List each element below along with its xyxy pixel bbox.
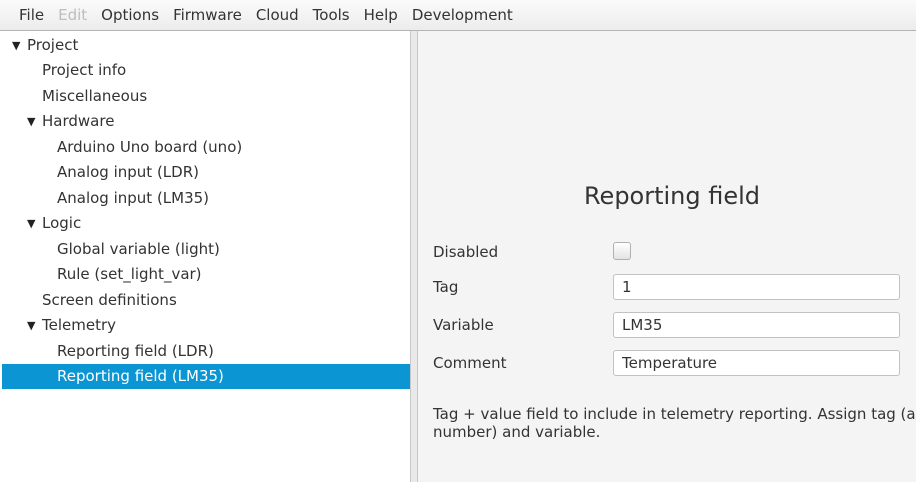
expand-arrow-icon[interactable]: ▼ <box>27 109 39 134</box>
menu-firmware[interactable]: Firmware <box>166 0 249 31</box>
tree-item-project[interactable]: ▼ Project <box>2 33 410 58</box>
expand-arrow-icon[interactable]: ▼ <box>27 313 39 338</box>
comment-label: Comment <box>433 354 507 372</box>
disabled-checkbox[interactable] <box>613 242 631 260</box>
comment-input[interactable] <box>613 350 900 376</box>
detail-pane: Reporting field Disabled Tag Variable Co… <box>418 31 916 482</box>
field-description: Tag + value field to include in telemetr… <box>433 405 916 441</box>
tree-item-label: Global variable (light) <box>57 240 220 258</box>
menu-development[interactable]: Development <box>405 0 520 31</box>
tree-item-label: Miscellaneous <box>42 87 148 105</box>
tree-item-label: Hardware <box>42 112 115 130</box>
tag-input[interactable] <box>613 274 900 300</box>
menu-bar: File Edit Options Firmware Cloud Tools H… <box>0 0 916 31</box>
tree-item-reporting-lm35[interactable]: Reporting field (LM35) <box>2 364 410 389</box>
expand-arrow-icon[interactable]: ▼ <box>12 33 24 58</box>
pane-splitter[interactable] <box>411 31 418 482</box>
menu-tools[interactable]: Tools <box>306 0 357 31</box>
tree-item-label: Project info <box>42 61 127 79</box>
tree-item-project-info[interactable]: Project info <box>2 58 410 83</box>
tree-item-reporting-ldr[interactable]: Reporting field (LDR) <box>2 339 410 364</box>
tree-item-global-variable[interactable]: Global variable (light) <box>2 237 410 262</box>
tree-item-arduino-uno[interactable]: Arduino Uno board (uno) <box>2 135 410 160</box>
tree-item-screen-definitions[interactable]: Screen definitions <box>2 288 410 313</box>
tree-item-label: Project <box>27 36 79 54</box>
menu-cloud[interactable]: Cloud <box>249 0 306 31</box>
tree-item-label: Arduino Uno board (uno) <box>57 138 243 156</box>
disabled-label: Disabled <box>433 243 499 261</box>
tree-item-label: Screen definitions <box>42 291 177 309</box>
tree-item-label: Logic <box>42 214 82 232</box>
tree-item-analog-ldr[interactable]: Analog input (LDR) <box>2 160 410 185</box>
menu-file[interactable]: File <box>12 0 51 31</box>
tree-item-analog-lm35[interactable]: Analog input (LM35) <box>2 186 410 211</box>
tree-item-miscellaneous[interactable]: Miscellaneous <box>2 84 410 109</box>
tree-item-label: Analog input (LDR) <box>57 163 199 181</box>
project-tree: ▼ Project Project info Miscellaneous ▼ H… <box>0 31 411 482</box>
tree-item-label: Analog input (LM35) <box>57 189 210 207</box>
tree-item-label: Reporting field (LDR) <box>57 342 214 360</box>
tag-label: Tag <box>433 278 459 296</box>
variable-label: Variable <box>433 316 494 334</box>
menu-options[interactable]: Options <box>94 0 166 31</box>
tree-item-rule[interactable]: Rule (set_light_var) <box>2 262 410 287</box>
tree-item-label: Reporting field (LM35) <box>57 367 224 385</box>
tree-item-telemetry[interactable]: ▼ Telemetry <box>2 313 410 338</box>
tree-item-hardware[interactable]: ▼ Hardware <box>2 109 410 134</box>
expand-arrow-icon[interactable]: ▼ <box>27 211 39 236</box>
variable-input[interactable] <box>613 312 900 338</box>
menu-help[interactable]: Help <box>357 0 405 31</box>
menu-edit: Edit <box>58 5 88 24</box>
tree-item-logic[interactable]: ▼ Logic <box>2 211 410 236</box>
page-title: Reporting field <box>583 182 761 210</box>
tree-item-label: Telemetry <box>42 316 117 334</box>
tree-item-label: Rule (set_light_var) <box>57 265 202 283</box>
